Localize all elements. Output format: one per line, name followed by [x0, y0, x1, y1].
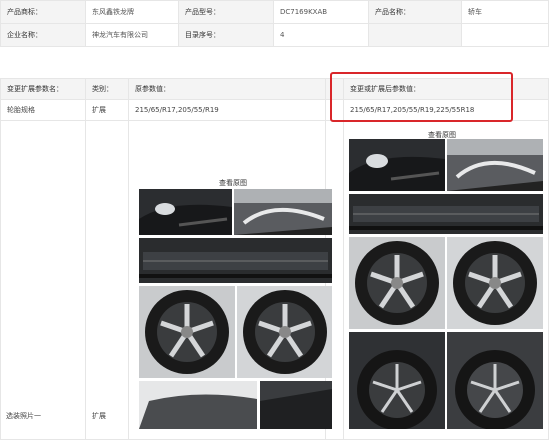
grille-photo[interactable]	[139, 238, 332, 283]
photo-type	[85, 120, 129, 440]
photo-type-label: 扩展	[92, 412, 106, 420]
wheel-image	[349, 237, 445, 329]
wheel-photo-2[interactable]	[237, 286, 332, 378]
wheel-photo-4[interactable]	[447, 237, 543, 329]
wheel-photo-3[interactable]	[349, 237, 445, 329]
wheel-image	[139, 286, 235, 378]
photo-param-label: 选装照片一	[6, 412, 41, 420]
wheel-photo-6[interactable]	[447, 332, 543, 429]
empty-cell	[368, 23, 462, 47]
brand-value: 东风鑫铁龙牌	[85, 0, 179, 24]
photo-param-name	[0, 120, 86, 440]
name-value: 轿车	[461, 0, 549, 24]
rear-photo-1[interactable]	[139, 381, 257, 429]
model-value: DC7169KXAB	[273, 0, 369, 24]
wheel-image	[349, 332, 445, 429]
col-type-header: 类别：	[85, 78, 129, 100]
wheel-image	[447, 332, 543, 429]
car-rear-image	[260, 381, 332, 429]
fog-lamp-image	[234, 189, 332, 235]
catalog-label: 目录序号：	[178, 23, 274, 47]
brand-label: 产品商标：	[0, 0, 86, 24]
wheel-photo-5[interactable]	[349, 332, 445, 429]
fog-lamp-photo-1[interactable]	[139, 189, 232, 235]
fog-lamp-photo-3[interactable]	[349, 139, 445, 191]
fog-lamp-image	[349, 139, 445, 191]
row-original-value: 215/65/R17,205/55/R19	[128, 99, 326, 121]
fog-lamp-photo-4[interactable]	[447, 139, 543, 191]
fog-lamp-image	[139, 189, 232, 235]
wheel-image	[447, 237, 543, 329]
grille-image	[349, 194, 543, 234]
col-param-header: 变更扩展参数名：	[0, 78, 86, 100]
rear-photo-2[interactable]	[260, 381, 332, 429]
highlight-box	[330, 72, 513, 122]
name-label: 产品名称：	[368, 0, 462, 24]
company-label: 企业名称：	[0, 23, 86, 47]
catalog-value: 4	[273, 23, 369, 47]
fog-lamp-image	[447, 139, 543, 191]
grille-image	[139, 238, 332, 283]
wheel-photo-1[interactable]	[139, 286, 235, 378]
grille-photo-2[interactable]	[349, 194, 543, 234]
empty-cell	[461, 23, 549, 47]
fog-lamp-photo-2[interactable]	[234, 189, 332, 235]
product-info-table: 产品商标： 东风鑫铁龙牌 产品型号： DC7169KXAB 产品名称： 轿车 企…	[0, 0, 549, 47]
col-original-header: 原参数值：	[128, 78, 326, 100]
row-param-name: 轮胎规格	[0, 99, 86, 121]
view-original-link-left[interactable]: 查看原图	[219, 178, 247, 188]
company-value: 神龙汽车有限公司	[85, 23, 179, 47]
wheel-image	[237, 286, 332, 378]
model-label: 产品型号：	[178, 0, 274, 24]
row-type: 扩展	[85, 99, 129, 121]
car-rear-image	[139, 381, 257, 429]
